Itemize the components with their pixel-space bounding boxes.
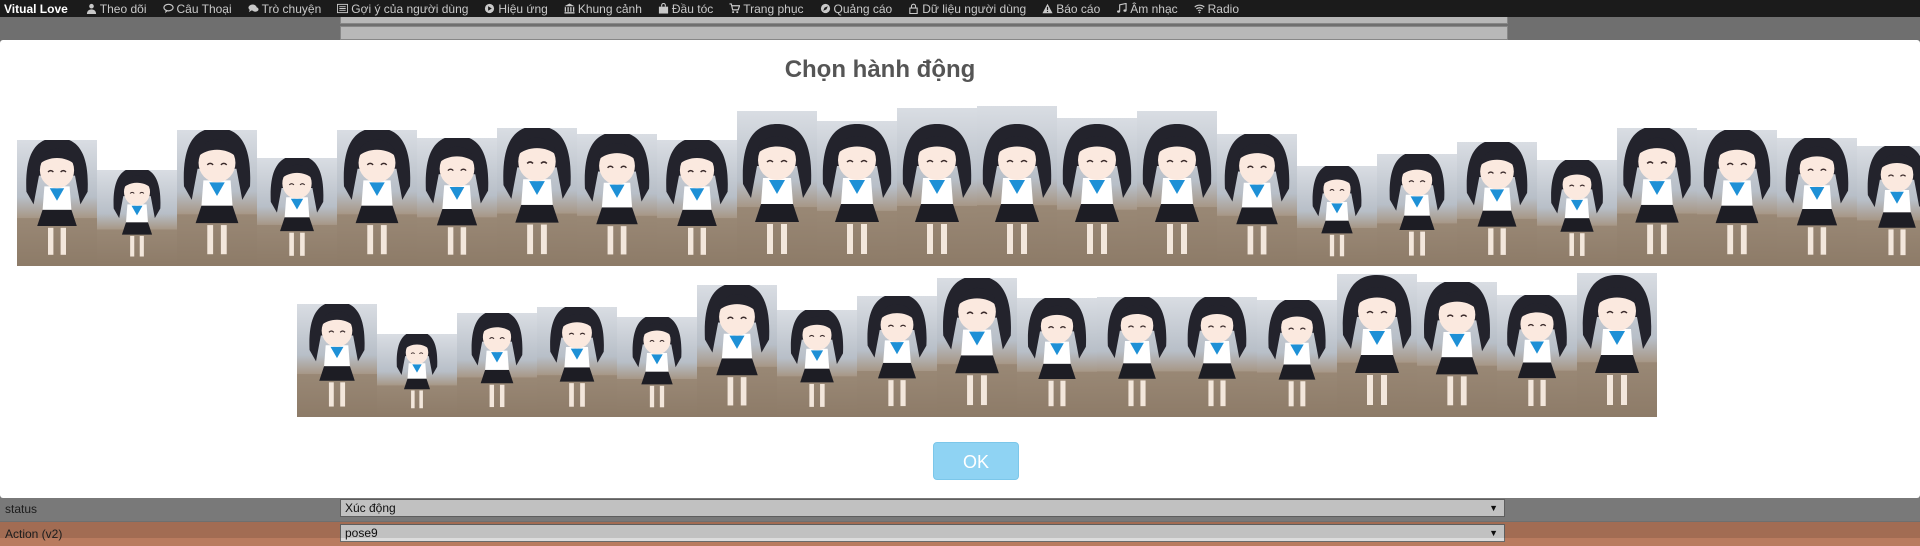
pose-thumbnail-row2-16[interactable] (1497, 295, 1577, 417)
nav-label: Trang phục (743, 1, 804, 16)
music-icon (1116, 3, 1127, 14)
nav-label: Khung cảnh (577, 1, 642, 16)
nav-item-trang-phuc[interactable]: Trang phục (721, 2, 811, 16)
brand-logo[interactable]: Vitual Love (0, 2, 78, 16)
cart-icon (729, 3, 741, 14)
nav-item-radio[interactable]: Radio (1186, 2, 1247, 16)
pose-thumbnail-row2-7[interactable] (777, 310, 857, 417)
pose-thumbnail-row1-14[interactable] (1057, 118, 1137, 266)
nav-label: Câu Thoại (176, 1, 232, 16)
pose-thumbnail-row1-2[interactable] (97, 170, 177, 266)
nav-label: Âm nhạc (1130, 1, 1178, 16)
pose-thumbnail-row1-12[interactable] (897, 108, 977, 266)
nav-item-tro-chuyen[interactable]: Trò chuyện (240, 2, 330, 16)
nav-label: Theo dõi (99, 1, 147, 16)
pose-thumbnail-row2-10[interactable] (1017, 298, 1097, 417)
pose-thumbnail-row1-7[interactable] (497, 128, 577, 266)
nav-item-goi-y[interactable]: Gợi ý của người dùng (329, 2, 476, 16)
list-icon (337, 3, 349, 14)
nav-item-quang-cao[interactable]: Quảng cáo (812, 2, 901, 16)
wifi-icon (1193, 3, 1205, 14)
pose-thumbnail-row1-17[interactable] (1297, 166, 1377, 266)
lock-icon (908, 3, 919, 14)
nav-item-bao-cao[interactable]: Báo cáo (1034, 2, 1108, 16)
pose-thumbnail-row1-11[interactable] (817, 121, 897, 266)
bag-icon (658, 3, 669, 14)
pose-row (17, 106, 1920, 266)
comments-icon (248, 3, 259, 14)
pose-thumbnail-row1-22[interactable] (1697, 130, 1777, 266)
nav-item-cau-thoai[interactable]: Câu Thoại (155, 2, 240, 16)
pose-thumbnail-row2-2[interactable] (377, 334, 457, 417)
warning-icon (1042, 3, 1053, 14)
user-icon (86, 3, 97, 14)
pose-thumbnail-row2-15[interactable] (1417, 282, 1497, 417)
nav-item-dau-toc[interactable]: Đầu tóc (650, 2, 721, 16)
compass-icon (820, 3, 831, 14)
pose-thumbnail-row1-23[interactable] (1777, 138, 1857, 266)
pose-thumbnail-row1-3[interactable] (177, 130, 257, 266)
nav-label: Dữ liệu người dùng (922, 1, 1027, 16)
pose-thumbnail-row1-21[interactable] (1617, 128, 1697, 266)
nav-item-hieu-ung[interactable]: Hiệu ứng (476, 2, 555, 16)
nav-label: Gợi ý của người dùng (351, 1, 469, 16)
pose-row (297, 270, 1657, 417)
top-navbar: Vitual Love Theo dõi Câu Thoại Trò chuyệ… (0, 0, 1920, 17)
pose-thumbnail-row2-6[interactable] (697, 285, 777, 417)
pose-thumbnail-row2-3[interactable] (457, 313, 537, 417)
pose-thumbnail-row1-10[interactable] (737, 111, 817, 266)
pose-thumbnail-row2-8[interactable] (857, 296, 937, 417)
bank-icon (564, 3, 575, 14)
nav-label: Trò chuyện (261, 1, 322, 16)
nav-label: Quảng cáo (833, 1, 893, 16)
pose-thumbnail-row1-13[interactable] (977, 106, 1057, 266)
nav-item-khung-canh[interactable]: Khung cảnh (556, 2, 650, 16)
pose-thumbnail-row2-14[interactable] (1337, 274, 1417, 417)
pose-thumbnail-row1-24[interactable] (1857, 146, 1920, 266)
pose-thumbnail-row1-4[interactable] (257, 158, 337, 266)
chat-bubble-icon (162, 3, 174, 14)
nav-item-du-lieu[interactable]: Dữ liệu người dùng (900, 2, 1034, 16)
nav-label: Báo cáo (1056, 1, 1101, 16)
pose-thumbnail-row1-16[interactable] (1217, 134, 1297, 266)
pose-thumbnail-row1-5[interactable] (337, 130, 417, 266)
circle-icon (484, 3, 495, 14)
pose-thumbnail-row1-20[interactable] (1537, 160, 1617, 266)
nav-label: Đầu tóc (671, 1, 714, 16)
nav-item-am-nhac[interactable]: Âm nhạc (1108, 2, 1185, 16)
pose-thumbnail-row1-1[interactable] (17, 140, 97, 266)
nav-label: Hiệu ứng (498, 1, 548, 16)
modal-title: Chọn hành động (784, 56, 976, 83)
pose-thumbnail-row1-15[interactable] (1137, 111, 1217, 266)
nav-item-theo-doi[interactable]: Theo dõi (78, 2, 155, 16)
pose-thumbnail-row2-12[interactable] (1177, 297, 1257, 417)
pose-thumbnail-row2-13[interactable] (1257, 300, 1337, 417)
pose-thumbnail-row1-18[interactable] (1377, 154, 1457, 266)
action-picker-modal: Chọn hành động OK (0, 40, 1920, 498)
pose-thumbnail-row2-4[interactable] (537, 307, 617, 417)
ok-button[interactable]: OK (933, 442, 1019, 480)
pose-thumbnail-row1-9[interactable] (657, 140, 737, 266)
pose-thumbnail-row1-6[interactable] (417, 138, 497, 266)
pose-thumbnail-row1-8[interactable] (577, 134, 657, 266)
pose-thumbnail-row2-9[interactable] (937, 278, 1017, 417)
pose-thumbnail-row1-19[interactable] (1457, 142, 1537, 266)
pose-thumbnail-row2-11[interactable] (1097, 297, 1177, 417)
pose-thumbnail-row2-1[interactable] (297, 304, 377, 417)
pose-thumbnail-row2-17[interactable] (1577, 273, 1657, 417)
pose-thumbnail-row2-5[interactable] (617, 317, 697, 417)
nav-label: Radio (1207, 1, 1239, 16)
